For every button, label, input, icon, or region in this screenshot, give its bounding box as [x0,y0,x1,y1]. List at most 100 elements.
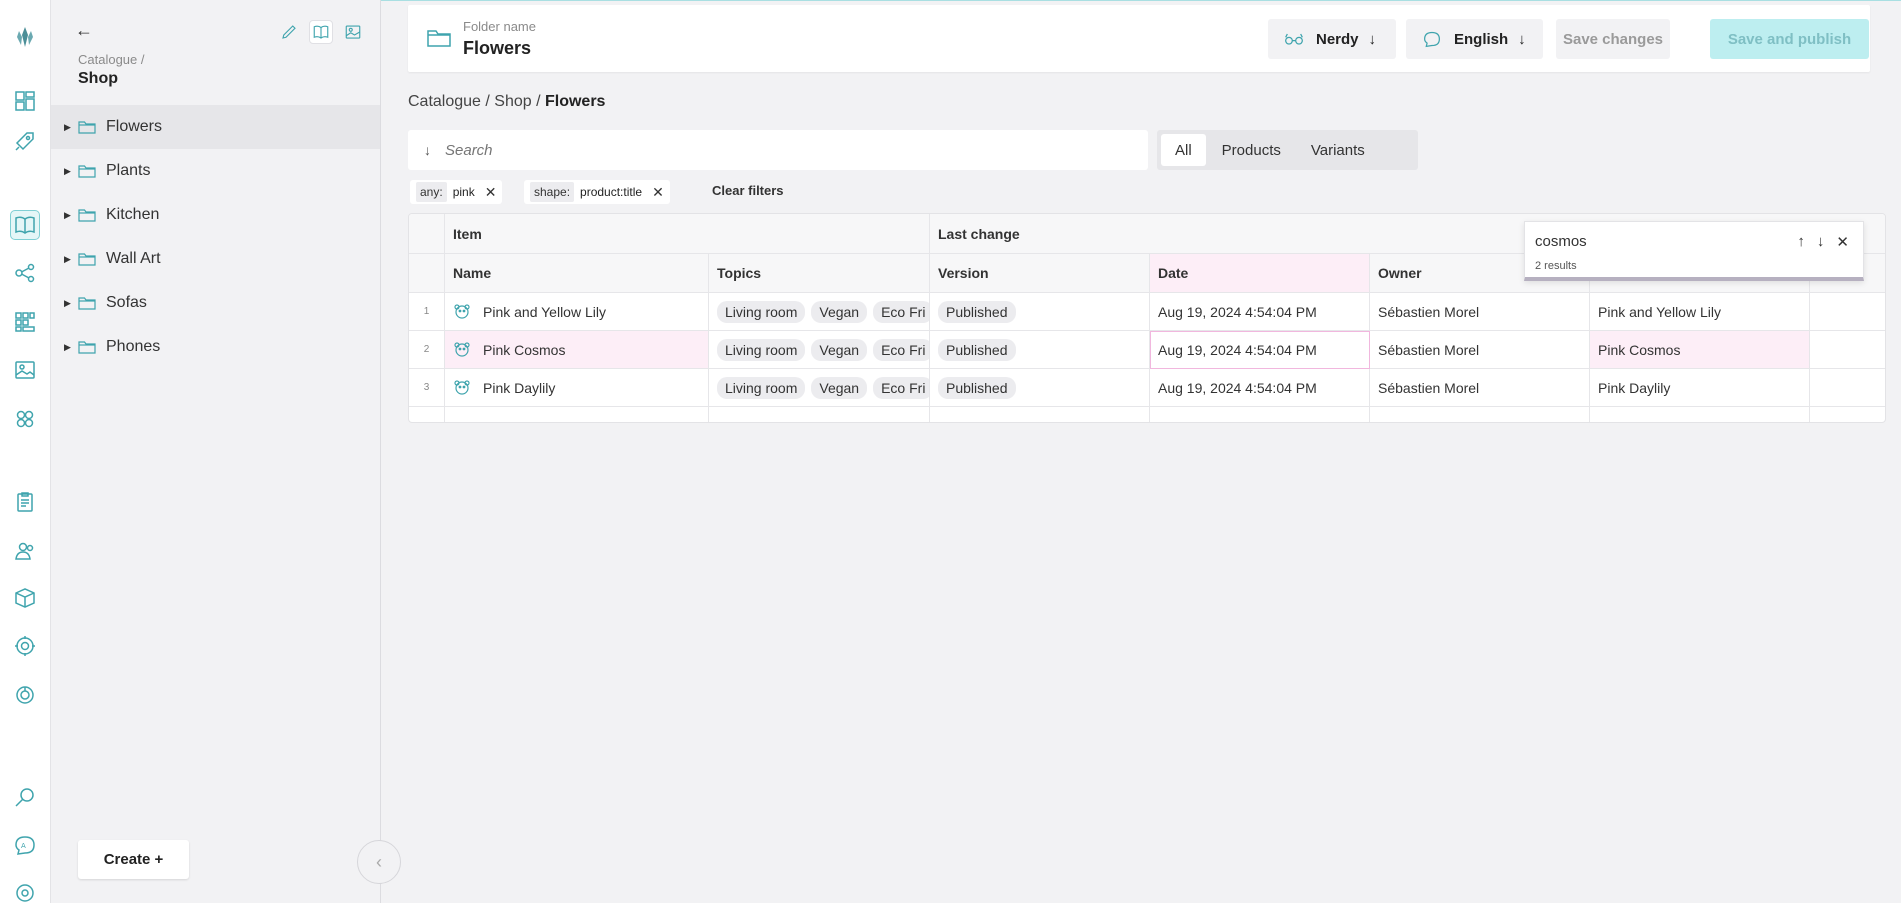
cell-extra[interactable]: Pink Daylily [1590,369,1810,407]
cell-name[interactable]: Pink and Yellow Lily [445,293,709,331]
tree-parent-crumb[interactable]: Catalogue / [78,52,145,67]
components-icon[interactable] [10,404,40,434]
row-number: 3 [409,369,445,407]
customers-icon[interactable] [10,536,40,566]
mode-selector-button[interactable]: Nerdy ↓ [1268,19,1396,59]
type-filter-segmented: All Products Variants [1157,130,1418,170]
cell-topics[interactable]: Living room Vegan Eco Fri [709,293,930,331]
folder-icon [78,253,96,266]
chevron-left-icon: ‹ [376,851,382,872]
version-badge: Published [938,376,1016,399]
column-name[interactable]: Name [445,254,709,293]
cell-topics[interactable]: Living room Vegan Eco Fri [709,369,930,407]
tree-item-sofas[interactable]: ▶ Sofas [51,281,380,325]
image-view-icon[interactable] [341,20,365,44]
column-topics[interactable]: Topics [709,254,930,293]
orders-clipboard-icon[interactable] [10,487,40,517]
logo-crystal-icon[interactable] [10,22,40,52]
cell-version[interactable]: Published [930,369,1150,407]
save-changes-button[interactable]: Save changes [1556,19,1670,59]
filter-value: product:title [580,185,643,199]
analytics-donut-icon[interactable] [10,680,40,710]
catalogue-book-icon[interactable] [10,210,40,240]
previous-match-icon[interactable]: ↑ [1797,233,1805,251]
grid-apps-icon[interactable] [10,307,40,337]
column-date[interactable]: Date [1150,254,1370,293]
graph-nodes-icon[interactable] [10,258,40,288]
cell-version[interactable]: Published [930,293,1150,331]
search-magnifier-icon[interactable] [10,782,40,812]
topic-tag: Vegan [811,338,868,361]
cell-name[interactable]: Pink Daylily [445,369,709,407]
tree-item-plants[interactable]: ▶ Plants [51,149,380,193]
search-input[interactable] [445,141,1125,159]
cell-date[interactable]: Aug 19, 2024 4:54:04 PM [1150,369,1370,407]
clear-filters-button[interactable]: Clear filters [712,183,784,198]
catalogue-tree-panel: ← Catalogue / Shop ▶ Flowers ▶ Plants ▶ Kitch… [51,0,381,903]
cell-version[interactable]: Published [930,331,1150,369]
tree-item-kitchen[interactable]: ▶ Kitchen [51,193,380,237]
cell-date[interactable]: Aug 19, 2024 4:54:04 PM [1150,293,1370,331]
expand-triangle-icon[interactable]: ▶ [64,342,78,353]
topic-tag: Eco Fri [873,338,929,361]
find-controls: ↑ ↓ ✕ [1797,233,1849,251]
table-row[interactable]: 3 Pink Daylily Living room Vegan Eco Fri Publ… [409,369,1885,407]
book-view-icon[interactable] [309,20,333,44]
find-query[interactable]: cosmos [1535,233,1587,250]
remove-filter-icon[interactable]: ✕ [652,184,664,201]
cell-owner[interactable]: Sébastien Morel [1370,331,1590,369]
remove-filter-icon[interactable]: ✕ [485,184,497,201]
tree-item-flowers[interactable]: ▶ Flowers [51,105,380,149]
language-selector-button[interactable]: English ↓ [1406,19,1543,59]
folder-icon [78,121,96,134]
save-and-publish-button[interactable]: Save and publish [1710,19,1869,59]
cell-topics[interactable]: Living room Vegan Eco Fri [709,331,930,369]
tree-title: Shop [78,70,118,87]
cell-owner[interactable]: Sébastien Morel [1370,369,1590,407]
arrow-down-icon: ↓ [1368,30,1377,48]
subscriptions-box-icon[interactable] [10,583,40,613]
filter-value: pink [452,185,475,199]
expand-triangle-icon[interactable]: ▶ [64,210,78,221]
filter-chip-any: any: pink ✕ [410,180,503,204]
segment-variants[interactable]: Variants [1297,134,1379,166]
segment-products[interactable]: Products [1208,134,1295,166]
collapse-panel-button[interactable]: ‹ [357,840,401,884]
settings-gear-icon[interactable] [10,631,40,661]
cell-extra[interactable]: Pink and Yellow Lily [1590,293,1810,331]
next-match-icon[interactable]: ↓ [1817,233,1825,251]
edit-pencil-icon[interactable] [277,20,301,44]
expand-triangle-icon[interactable]: ▶ [64,254,78,265]
expand-triangle-icon[interactable]: ▶ [64,298,78,309]
table-row[interactable]: 2 Pink Cosmos Living room Vegan Eco Fri Publi… [409,331,1885,369]
expand-triangle-icon[interactable]: ▶ [64,166,78,177]
glasses-icon [1284,31,1304,47]
item-name: Pink Cosmos [483,341,566,358]
breadcrumb-path[interactable]: Catalogue / Shop / [408,93,545,110]
cell-extra[interactable]: Pink Cosmos [1590,331,1810,369]
create-button[interactable]: Create + [78,840,189,879]
dashboard-icon[interactable] [10,86,40,116]
close-icon[interactable]: ✕ [1836,233,1849,251]
translation-chat-icon[interactable]: A [10,830,40,860]
table-row[interactable]: 1 Pink and Yellow Lily Living room Vegan Eco… [409,293,1885,331]
column-version[interactable]: Version [930,254,1150,293]
tree-item-wall-art[interactable]: ▶ Wall Art [51,237,380,281]
segment-all[interactable]: All [1161,134,1206,166]
media-image-icon[interactable] [10,355,40,385]
topic-tag: Vegan [811,376,868,399]
system-settings-icon[interactable] [10,878,40,903]
folder-icon [78,165,96,178]
product-shape-icon [454,379,470,395]
cell-date[interactable]: Aug 19, 2024 4:54:04 PM [1150,331,1370,369]
tree-item-phones[interactable]: ▶ Phones [51,325,380,369]
expand-triangle-icon[interactable]: ▶ [64,122,78,133]
folder-name-value[interactable]: Flowers [463,38,531,59]
empty-row [409,407,1885,422]
back-arrow-icon[interactable]: ← [75,20,93,41]
cell-name[interactable]: Pink Cosmos [445,331,709,369]
rocket-icon[interactable] [10,126,40,156]
tree-item-label: Plants [106,162,151,179]
cell-owner[interactable]: Sébastien Morel [1370,293,1590,331]
sort-arrow-icon[interactable]: ↓ [424,142,431,158]
